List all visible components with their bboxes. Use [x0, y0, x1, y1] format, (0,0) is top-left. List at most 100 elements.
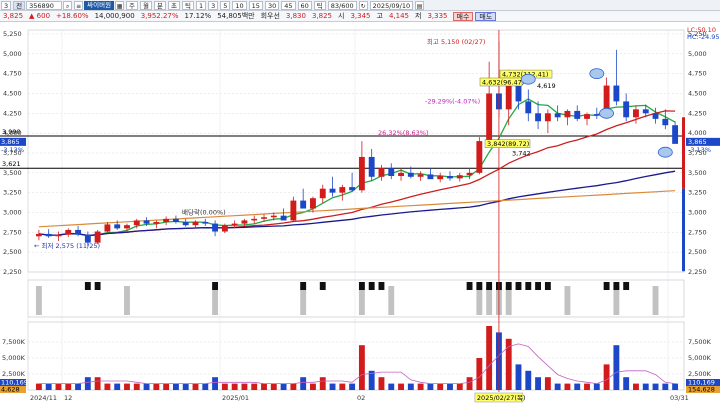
candle-body: [388, 168, 395, 176]
period-buttons: 주월분초틱: [125, 0, 195, 10]
candle-body: [310, 198, 316, 209]
volume-bar: [172, 383, 179, 390]
candle-body: [525, 101, 532, 114]
candle-count[interactable]: 83/600: [327, 0, 357, 10]
candle-body: [202, 222, 209, 224]
stock-name[interactable]: 싸이버원: [84, 0, 115, 10]
x-axis-label: 12: [64, 394, 72, 402]
price-tick-right: 4,250: [688, 109, 707, 117]
right-volma-badge: 154,628: [688, 386, 715, 394]
candle-body: [564, 110, 571, 118]
market-label[interactable]: 전: [13, 0, 26, 10]
candle-body: [133, 220, 140, 226]
candle-body: [417, 174, 424, 177]
open-price: 3,345: [350, 12, 371, 20]
volume-bar: [124, 383, 130, 390]
volume-tick-right: 2,500K: [688, 370, 712, 378]
signal-mark: [358, 282, 365, 290]
candle-body: [623, 101, 630, 118]
candle-body: [104, 224, 111, 232]
chart-icon[interactable]: ▦: [115, 0, 125, 10]
interval-button-7[interactable]: 60: [297, 0, 312, 10]
volume-bar: [407, 383, 414, 390]
period-button-0[interactable]: 주: [126, 0, 139, 10]
signal-mark: [544, 282, 551, 290]
volume-bar: [65, 383, 72, 390]
marker-ellipse-4: [657, 146, 673, 158]
market-select[interactable]: 3: [1, 0, 12, 10]
candle-body: [437, 175, 444, 180]
candle-body: [192, 222, 199, 226]
candle-body: [466, 172, 473, 176]
buy-button[interactable]: 매수: [452, 11, 474, 21]
volume-bar: [378, 377, 385, 390]
sell-button[interactable]: 매도: [475, 11, 497, 21]
candle-body: [349, 187, 356, 191]
candle-body: [163, 218, 170, 223]
candle-body: [290, 200, 297, 221]
candle-body: [251, 218, 258, 221]
volume-tick-left: 7,500K: [2, 338, 26, 346]
volume-bar: [476, 358, 483, 390]
volume-bar: [544, 377, 551, 390]
price-tick-right: 4,750: [688, 70, 707, 78]
signal-mark: [515, 282, 522, 290]
calendar-icon[interactable]: ▤: [415, 0, 425, 10]
interval-button-4[interactable]: 15: [248, 0, 263, 10]
price-tick-left: 3,000: [3, 208, 22, 216]
candle-body: [35, 233, 42, 237]
box-annotation-3: 3,842(89.72): [487, 140, 529, 148]
interval-button-8[interactable]: 틱: [313, 0, 326, 10]
date-input[interactable]: 2025/09/10: [369, 0, 414, 10]
volume-bar: [231, 383, 238, 390]
price-tick-left: 4,750: [3, 70, 22, 78]
refresh-icon[interactable]: ↻: [358, 0, 368, 10]
dividend-annotation: 배당락(0.00%): [182, 207, 226, 216]
low-annotation: ← 최저 2,575 (11/25): [34, 241, 100, 250]
candle-body: [456, 175, 463, 179]
period-button-1[interactable]: 월: [140, 0, 153, 10]
candle-body: [398, 172, 404, 176]
interval-button-5[interactable]: 30: [264, 0, 280, 10]
list-icon[interactable]: ≡: [74, 0, 84, 10]
quote-bar: 3,825 ▲ 600 +18.60% 14,000,900 3,952.27%…: [0, 11, 720, 22]
candle-body: [447, 175, 453, 179]
interval-button-6[interactable]: 45: [281, 0, 296, 10]
price-tick-right: 4,000: [688, 129, 707, 137]
price-tick-right: 3,500: [688, 169, 707, 177]
volume-tick-left: 5,000K: [2, 354, 26, 362]
volume-bar: [153, 383, 160, 390]
period-button-2[interactable]: 분: [154, 0, 166, 10]
signal-bar: [476, 286, 483, 315]
x-axis-label: 2025/01: [222, 394, 249, 402]
ask-price: 3,830: [285, 12, 306, 20]
volume-bar: [486, 326, 493, 390]
price-tick-right: 3,750: [688, 149, 707, 157]
signal-bar: [613, 286, 620, 315]
candle-body: [672, 125, 679, 144]
interval-button-3[interactable]: 10: [232, 0, 247, 10]
volume-bar: [114, 383, 121, 390]
period-button-4[interactable]: 틱: [181, 0, 194, 10]
signal-bar: [35, 286, 42, 315]
stock-code-input[interactable]: 356890: [26, 0, 63, 10]
stock-chart[interactable]: 최고 5,150 (02/27)← 최저 2,575 (11/25)3,9903…: [0, 22, 720, 404]
volume-bar: [143, 383, 150, 390]
candle-body: [153, 222, 160, 224]
candle-body: [124, 225, 130, 229]
candle-body: [476, 141, 483, 173]
current-price: 3,825: [3, 12, 24, 20]
volume-bar: [466, 377, 473, 390]
candle-body: [535, 113, 542, 122]
search-icon[interactable]: ⌕: [63, 0, 73, 10]
candle-body: [378, 168, 385, 177]
period-button-3[interactable]: 초: [168, 0, 180, 10]
volume-bar: [261, 383, 267, 390]
interval-button-1[interactable]: 3: [208, 0, 219, 10]
interval-button-0[interactable]: 1: [195, 0, 207, 10]
signal-mark: [525, 282, 532, 290]
candle-body: [55, 234, 62, 237]
price-change: ▲ 600: [29, 12, 51, 20]
volume-bar: [290, 383, 297, 390]
interval-button-2[interactable]: 5: [220, 0, 231, 10]
